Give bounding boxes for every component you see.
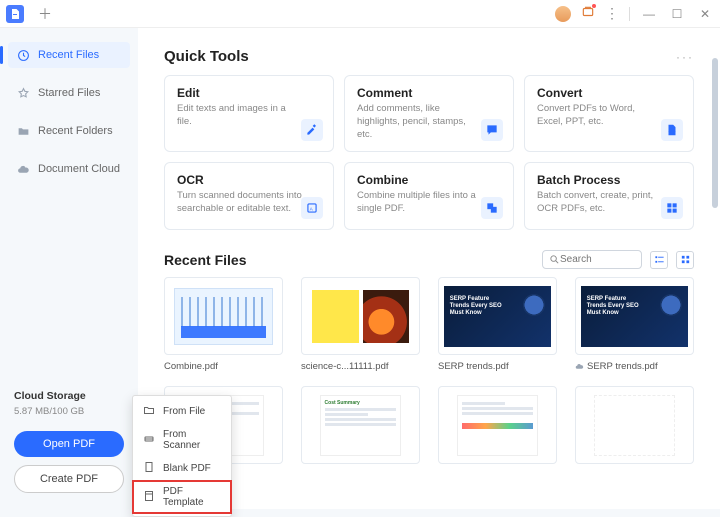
quick-tool-title: Convert xyxy=(537,86,681,100)
quick-tools-heading: Quick Tools xyxy=(164,48,676,65)
context-menu-label: PDF Template xyxy=(163,486,221,508)
quick-tool-card[interactable]: OCR Turn scanned documents into searchab… xyxy=(164,162,334,230)
context-menu-icon xyxy=(143,461,155,476)
file-thumbnail xyxy=(575,386,694,464)
file-thumbnail: SERP Feature Trends Every SEO Must Know xyxy=(438,277,557,355)
create-pdf-context-menu: From File From Scanner Blank PDF PDF Tem… xyxy=(132,395,232,517)
context-menu-label: Blank PDF xyxy=(163,463,211,474)
file-item[interactable]: Cost Summary xyxy=(301,386,420,470)
sidebar-item-label: Recent Files xyxy=(38,49,99,61)
notification-icon[interactable] xyxy=(581,5,595,22)
quick-tool-title: Edit xyxy=(177,86,321,100)
file-item[interactable]: SERP Feature Trends Every SEO Must Know … xyxy=(575,277,694,372)
search-icon xyxy=(549,254,560,265)
sidebar: Recent Files Starred Files Recent Folder… xyxy=(0,28,138,509)
new-tab-button[interactable]: ＋ xyxy=(38,4,52,24)
sidebar-item-label: Document Cloud xyxy=(38,163,120,175)
open-pdf-button[interactable]: Open PDF xyxy=(14,431,124,457)
grid-view-button[interactable] xyxy=(676,251,694,269)
context-menu-icon xyxy=(143,433,155,448)
clock-icon xyxy=(16,48,30,62)
quick-tool-icon xyxy=(661,197,683,219)
search-box[interactable] xyxy=(542,250,642,269)
context-menu-label: From Scanner xyxy=(163,429,221,451)
sidebar-item-recent-folders[interactable]: Recent Folders xyxy=(8,118,130,144)
quick-tool-icon xyxy=(481,119,503,141)
quick-tool-desc: Edit texts and images in a file. xyxy=(177,103,302,129)
cloud-storage-title: Cloud Storage xyxy=(14,390,124,402)
quick-tool-title: Batch Process xyxy=(537,173,681,187)
file-thumbnail xyxy=(301,277,420,355)
file-name: SERP trends.pdf xyxy=(575,361,694,372)
search-input[interactable] xyxy=(560,254,630,265)
cloud-small-icon xyxy=(575,362,584,371)
file-name: SERP trends.pdf xyxy=(438,361,557,372)
file-item[interactable]: Combine.pdf xyxy=(164,277,283,372)
kebab-menu-icon[interactable]: ⋮ xyxy=(605,5,619,22)
quick-tool-card[interactable]: Comment Add comments, like highlights, p… xyxy=(344,75,514,152)
file-item[interactable] xyxy=(438,386,557,470)
sidebar-item-label: Starred Files xyxy=(38,87,100,99)
context-menu-item[interactable]: From Scanner xyxy=(133,424,231,456)
file-item[interactable]: science-c...11111.pdf xyxy=(301,277,420,372)
file-name: Combine.pdf xyxy=(164,361,283,372)
create-pdf-button[interactable]: Create PDF xyxy=(14,465,124,493)
quick-tool-card[interactable]: Combine Combine multiple files into a si… xyxy=(344,162,514,230)
sidebar-item-recent-files[interactable]: Recent Files xyxy=(8,42,130,68)
minimize-button[interactable]: — xyxy=(640,7,658,21)
quick-tool-icon xyxy=(481,197,503,219)
cloud-storage-section: Cloud Storage 5.87 MB/100 GB Open PDF Cr… xyxy=(0,390,138,501)
folder-icon xyxy=(16,124,30,138)
context-menu-item[interactable]: PDF Template xyxy=(133,481,231,513)
app-logo-icon xyxy=(6,5,24,23)
quick-tool-desc: Add comments, like highlights, pencil, s… xyxy=(357,103,482,141)
file-name: science-c...11111.pdf xyxy=(301,361,420,372)
avatar[interactable] xyxy=(555,6,571,22)
more-icon[interactable]: ··· xyxy=(676,50,694,64)
quick-tool-card[interactable]: Batch Process Batch convert, create, pri… xyxy=(524,162,694,230)
quick-tool-desc: Batch convert, create, print, OCR PDFs, … xyxy=(537,190,662,216)
title-bar: ＋ ⋮ — ☐ ✕ xyxy=(0,0,720,28)
file-item[interactable]: SERP Feature Trends Every SEO Must Know … xyxy=(438,277,557,372)
recent-files-heading: Recent Files xyxy=(164,252,534,268)
context-menu-label: From File xyxy=(163,406,205,417)
context-menu-item[interactable]: Blank PDF xyxy=(133,456,231,481)
context-menu-item[interactable]: From File xyxy=(133,399,231,424)
list-view-button[interactable] xyxy=(650,251,668,269)
sidebar-item-starred-files[interactable]: Starred Files xyxy=(8,80,130,106)
cloud-icon xyxy=(16,162,30,176)
quick-tool-desc: Convert PDFs to Word, Excel, PPT, etc. xyxy=(537,103,662,129)
scrollbar[interactable] xyxy=(712,58,718,208)
quick-tool-icon xyxy=(661,119,683,141)
quick-tool-icon xyxy=(301,119,323,141)
cloud-storage-usage: 5.87 MB/100 GB xyxy=(14,406,124,417)
quick-tool-card[interactable]: Edit Edit texts and images in a file. xyxy=(164,75,334,152)
quick-tool-title: Combine xyxy=(357,173,501,187)
close-button[interactable]: ✕ xyxy=(696,7,714,21)
quick-tool-desc: Turn scanned documents into searchable o… xyxy=(177,190,302,216)
quick-tool-desc: Combine multiple files into a single PDF… xyxy=(357,190,482,216)
file-thumbnail: SERP Feature Trends Every SEO Must Know xyxy=(575,277,694,355)
file-thumbnail: Cost Summary xyxy=(301,386,420,464)
svg-text:A: A xyxy=(310,207,314,212)
sidebar-item-label: Recent Folders xyxy=(38,125,113,137)
quick-tool-title: Comment xyxy=(357,86,501,100)
maximize-button[interactable]: ☐ xyxy=(668,7,686,21)
file-item[interactable] xyxy=(575,386,694,470)
context-menu-icon xyxy=(143,404,155,419)
quick-tool-icon: A xyxy=(301,197,323,219)
context-menu-icon xyxy=(143,490,155,505)
quick-tool-card[interactable]: Convert Convert PDFs to Word, Excel, PPT… xyxy=(524,75,694,152)
star-icon xyxy=(16,86,30,100)
file-thumbnail xyxy=(164,277,283,355)
quick-tool-title: OCR xyxy=(177,173,321,187)
file-thumbnail xyxy=(438,386,557,464)
sidebar-item-document-cloud[interactable]: Document Cloud xyxy=(8,156,130,182)
